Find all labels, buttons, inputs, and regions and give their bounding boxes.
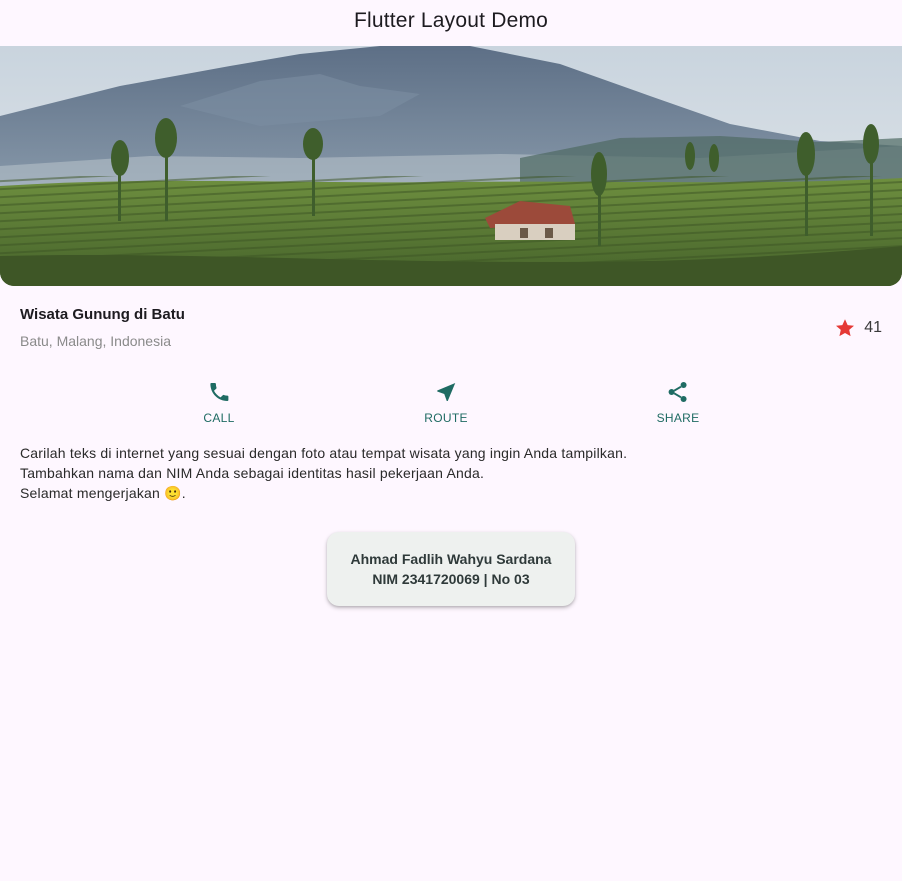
share-button[interactable]: SHARE [657,380,700,425]
place-name: Wisata Gunung di Batu [20,306,185,323]
star-icon [836,318,855,336]
call-button[interactable]: CALL [203,380,234,425]
rating[interactable]: 41 [834,317,882,339]
share-label: SHARE [656,411,700,425]
place-text: Wisata Gunung di Batu Batu, Malang, Indo… [20,306,185,349]
hero-image [0,46,902,286]
place-info-row: Wisata Gunung di Batu Batu, Malang, Indo… [20,306,882,349]
description: Carilah teks di internet yang sesuai den… [20,443,880,503]
identity-card: Ahmad Fadlih Wahyu Sardana NIM 234172006… [327,532,575,606]
student-nim: NIM 2341720069 | No 03 [372,571,530,587]
call-label: CALL [203,411,235,425]
phone-icon [210,383,228,401]
route-button[interactable]: ROUTE [424,380,468,425]
description-line: Carilah teks di internet yang sesuai den… [20,445,628,461]
rating-count: 41 [864,318,882,336]
description-line: Tambahkan nama dan NIM Anda sebagai iden… [20,465,485,481]
route-label: ROUTE [424,411,468,425]
description-line: Selamat mengerjakan 🙂. [20,485,186,501]
share-icon [669,382,687,402]
navigation-arrow-icon [437,383,455,401]
student-name: Ahmad Fadlih Wahyu Sardana [350,551,552,567]
place-location: Batu, Malang, Indonesia [20,333,171,349]
app-bar-title: Flutter Layout Demo [353,9,549,32]
mountain-landscape-image [0,46,902,286]
app-bar: Flutter Layout Demo [0,0,902,46]
